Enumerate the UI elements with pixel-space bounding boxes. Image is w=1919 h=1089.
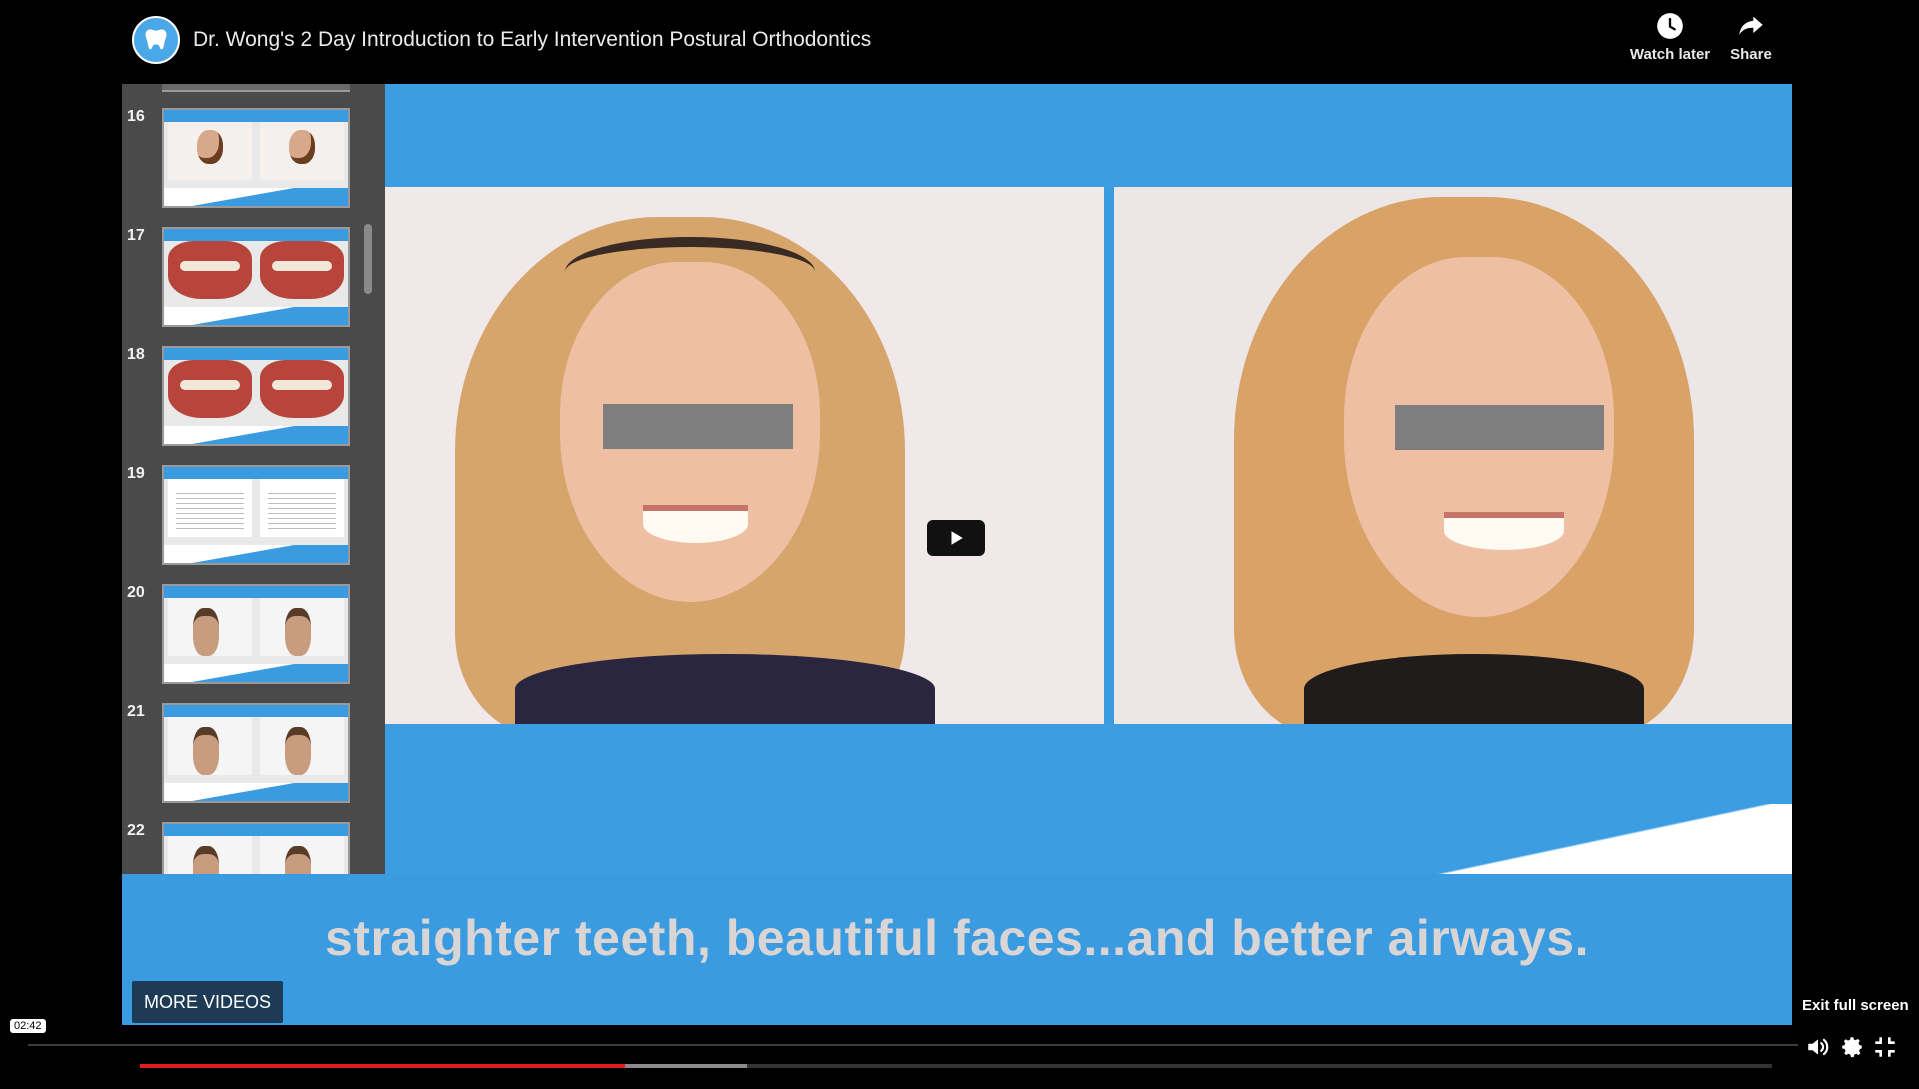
slide-thumbnail-item[interactable]: 20 [122,584,385,688]
clock-icon [1657,13,1683,39]
censor-bar [1395,405,1604,450]
partial-thumbnail [162,84,350,92]
slide-wave-decoration [1272,804,1792,884]
slide-number: 18 [127,346,145,363]
exit-fullscreen-tooltip: Exit full screen [1802,997,1909,1014]
slide-thumbnail[interactable] [162,584,350,684]
play-button[interactable] [927,520,985,556]
slide-thumbnail[interactable] [162,822,350,880]
slide-thumbnail[interactable] [162,108,350,208]
gear-icon[interactable] [1839,1034,1865,1060]
slide-thumbnail[interactable] [162,465,350,565]
progress-bar[interactable] [140,1064,1772,1068]
slide-thumbnail-item[interactable]: 18 [122,346,385,450]
time-tooltip: 02:42 [10,1019,46,1033]
tooth-logo-icon[interactable] [132,16,180,64]
slide-number: 20 [127,584,145,601]
slide-main: straighter teeth, beautiful faces...and … [122,84,1792,1025]
watch-later-label: Watch later [1629,46,1711,63]
video-title[interactable]: Dr. Wong's 2 Day Introduction to Early I… [193,28,871,52]
more-videos-button[interactable]: MORE VIDEOS [132,981,284,1023]
slide-number: 19 [127,465,145,482]
slide-thumbnail-item[interactable]: 19 [122,465,385,569]
after-photo [1114,187,1792,724]
slide-thumbnail-item[interactable]: 16 [122,108,385,212]
slide-header-band [385,84,1792,187]
watch-later-button[interactable]: Watch later [1625,12,1715,63]
slide-thumbnail[interactable] [162,346,350,446]
slide-caption: straighter teeth, beautiful faces...and … [325,910,1589,966]
slide-thumbnail-item[interactable]: 21 [122,703,385,807]
share-button[interactable]: Share [1706,12,1796,63]
slide-number: 21 [127,703,145,720]
title-bar: Dr. Wong's 2 Day Introduction to Early I… [0,0,1919,84]
censor-bar [603,404,793,449]
exit-fullscreen-icon[interactable] [1872,1034,1898,1060]
slide-thumbnail-item[interactable]: 17 [122,227,385,331]
slide-number: 22 [127,822,145,839]
thumbnail-scrollbar[interactable] [364,224,372,294]
progress-played [140,1064,625,1068]
share-arrow-icon [1739,16,1763,35]
volume-icon[interactable] [1805,1034,1831,1060]
slide-thumbnail-item[interactable]: 22 [122,822,385,880]
slide-number: 17 [127,227,145,244]
play-icon [951,531,963,545]
share-label: Share [1730,46,1772,63]
slide-thumbnail-panel[interactable]: 16 17 18 19 20 21 22 [122,84,385,880]
slide-thumbnail[interactable] [162,227,350,327]
slide-number: 16 [127,108,145,125]
before-photo [385,187,1104,724]
slide-thumbnail[interactable] [162,703,350,803]
seek-preview-track[interactable] [28,1044,1798,1046]
